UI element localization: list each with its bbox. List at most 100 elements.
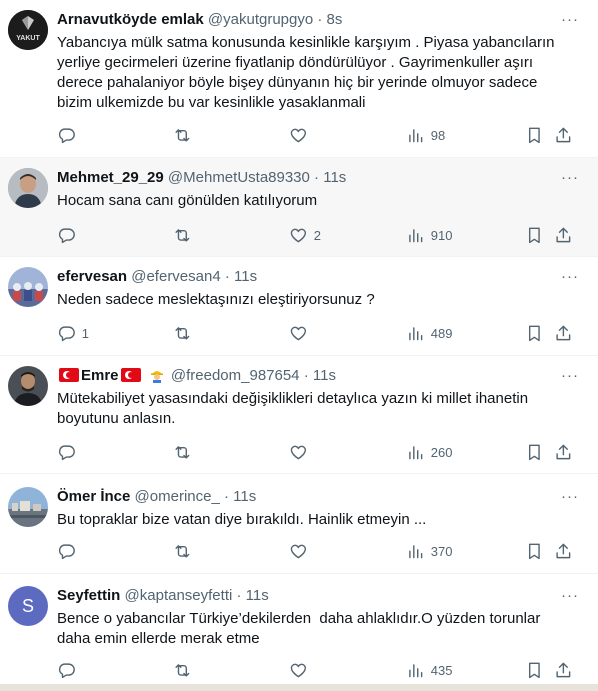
views-button[interactable]: 260 bbox=[406, 442, 452, 462]
retweet-button[interactable] bbox=[173, 660, 198, 680]
analytics-icon bbox=[409, 326, 423, 340]
tweet-text: Mütekabiliyet yasasındaki değişiklikleri… bbox=[57, 390, 533, 427]
tweet-header: Emre @freedom_987654 · 11s bbox=[57, 366, 558, 386]
timestamp[interactable]: 11s bbox=[233, 488, 256, 505]
bookmark-button[interactable] bbox=[525, 125, 544, 145]
display-name[interactable]: Mehmet_29_29 bbox=[57, 169, 164, 186]
tweet-header: Ömer İnce @omerince_ · 11s bbox=[57, 487, 558, 507]
display-name[interactable]: Ömer İnce bbox=[57, 488, 130, 505]
heart-icon bbox=[290, 326, 307, 340]
analytics-icon bbox=[409, 663, 423, 677]
reply-button[interactable] bbox=[57, 125, 82, 145]
separator-dot: · bbox=[317, 11, 323, 28]
avatar[interactable] bbox=[8, 366, 48, 406]
more-options-icon[interactable]: ··· bbox=[560, 586, 580, 606]
reply-button[interactable]: 1 bbox=[57, 323, 89, 343]
user-handle[interactable]: @yakutgrupgyo bbox=[208, 11, 313, 28]
reply-icon bbox=[58, 128, 75, 143]
more-options-icon[interactable]: ··· bbox=[560, 267, 580, 287]
share-button[interactable] bbox=[554, 225, 573, 245]
tweet-header: Seyfettin @kaptanseyfetti · 11s bbox=[57, 586, 558, 606]
tweet[interactable]: Ömer İnce @omerince_ · 11s ··· Bu toprak… bbox=[0, 474, 598, 574]
like-button[interactable]: 2 bbox=[289, 225, 321, 245]
timestamp[interactable]: 8s bbox=[327, 11, 343, 28]
retweet-button[interactable] bbox=[173, 125, 198, 145]
separator-dot: · bbox=[303, 367, 309, 384]
retweet-button[interactable] bbox=[173, 323, 198, 343]
more-options-icon[interactable]: ··· bbox=[560, 168, 580, 188]
timestamp[interactable]: 11s bbox=[323, 169, 346, 186]
heart-icon bbox=[290, 544, 307, 558]
share-button[interactable] bbox=[554, 442, 573, 462]
bookmark-button[interactable] bbox=[525, 323, 544, 343]
like-button[interactable] bbox=[289, 660, 314, 680]
user-handle[interactable]: @efervesan4 bbox=[131, 268, 220, 285]
bookmark-button[interactable] bbox=[525, 541, 544, 561]
reply-icon bbox=[58, 326, 75, 341]
bookmark-button[interactable] bbox=[525, 660, 544, 680]
timestamp[interactable]: 11s bbox=[234, 268, 257, 285]
action-bar: 260 bbox=[57, 442, 584, 462]
tweet[interactable]: efervesan @efervesan4 · 11s ··· Neden sa… bbox=[0, 257, 598, 356]
views-button[interactable]: 370 bbox=[406, 541, 452, 561]
like-button[interactable] bbox=[289, 442, 314, 462]
reply-count: 1 bbox=[81, 325, 89, 341]
bookmark-button[interactable] bbox=[525, 225, 544, 245]
retweet-button[interactable] bbox=[173, 541, 198, 561]
avatar[interactable]: YAKUT bbox=[8, 10, 48, 50]
turkey-flag-icon bbox=[120, 368, 141, 382]
display-name[interactable]: Emre bbox=[81, 367, 119, 384]
avatar[interactable] bbox=[8, 168, 48, 208]
timestamp[interactable]: 11s bbox=[313, 367, 336, 384]
share-button[interactable] bbox=[554, 323, 573, 343]
bookmark-button[interactable] bbox=[525, 442, 544, 462]
view-count: 260 bbox=[430, 444, 453, 460]
tweet-text: Yabancıya mülk satma konusunda kesinlikl… bbox=[57, 34, 559, 111]
like-button[interactable] bbox=[289, 541, 314, 561]
tweet[interactable]: Emre @freedom_987654 · 11s ··· Mütekabil… bbox=[0, 356, 598, 474]
like-button[interactable] bbox=[289, 323, 314, 343]
more-options-icon[interactable]: ··· bbox=[560, 10, 580, 30]
avatar[interactable] bbox=[8, 267, 48, 307]
retweet-button[interactable] bbox=[173, 442, 198, 462]
display-name[interactable]: Seyfettin bbox=[57, 587, 120, 604]
action-bar: 98 bbox=[57, 125, 584, 145]
reply-button[interactable] bbox=[57, 442, 82, 462]
reply-button[interactable] bbox=[57, 541, 82, 561]
share-button[interactable] bbox=[554, 125, 573, 145]
timestamp[interactable]: 11s bbox=[246, 587, 269, 604]
heart-icon bbox=[290, 445, 307, 459]
more-options-icon[interactable]: ··· bbox=[560, 487, 580, 507]
share-icon bbox=[556, 444, 571, 459]
like-button[interactable] bbox=[289, 125, 314, 145]
separator-dot: · bbox=[224, 268, 230, 285]
tweet[interactable]: S Seyfettin @kaptanseyfetti · 11s ··· Be… bbox=[0, 574, 598, 684]
share-icon bbox=[556, 325, 571, 340]
reply-button[interactable] bbox=[57, 660, 82, 680]
display-name[interactable]: efervesan bbox=[57, 268, 127, 285]
bookmark-icon bbox=[528, 227, 540, 243]
views-button[interactable]: 435 bbox=[406, 660, 452, 680]
views-button[interactable]: 98 bbox=[406, 125, 445, 145]
avatar[interactable]: S bbox=[8, 586, 48, 626]
reply-button[interactable] bbox=[57, 225, 82, 245]
action-bar: 1 489 bbox=[57, 323, 584, 343]
user-handle[interactable]: @kaptanseyfetti bbox=[125, 587, 233, 604]
user-handle[interactable]: @freedom_987654 bbox=[171, 367, 300, 384]
action-bar: 370 bbox=[57, 541, 584, 561]
view-count: 98 bbox=[430, 127, 446, 143]
tweet[interactable]: YAKUT Arnavutköyde emlak @yakutgrupgyo ·… bbox=[0, 0, 598, 158]
avatar[interactable] bbox=[8, 487, 48, 527]
user-handle[interactable]: @MehmetUsta89330 bbox=[168, 169, 310, 186]
share-button[interactable] bbox=[554, 541, 573, 561]
display-name[interactable]: Arnavutköyde emlak bbox=[57, 11, 204, 28]
more-options-icon[interactable]: ··· bbox=[560, 366, 580, 386]
views-button[interactable]: 489 bbox=[406, 323, 452, 343]
view-count: 489 bbox=[430, 325, 453, 341]
retweet-button[interactable] bbox=[173, 225, 198, 245]
tweet-header: Mehmet_29_29 @MehmetUsta89330 · 11s bbox=[57, 168, 558, 188]
share-button[interactable] bbox=[554, 660, 573, 680]
tweet[interactable]: Mehmet_29_29 @MehmetUsta89330 · 11s ··· … bbox=[0, 158, 598, 257]
views-button[interactable]: 910 bbox=[406, 225, 452, 245]
user-handle[interactable]: @omerince_ bbox=[135, 488, 220, 505]
